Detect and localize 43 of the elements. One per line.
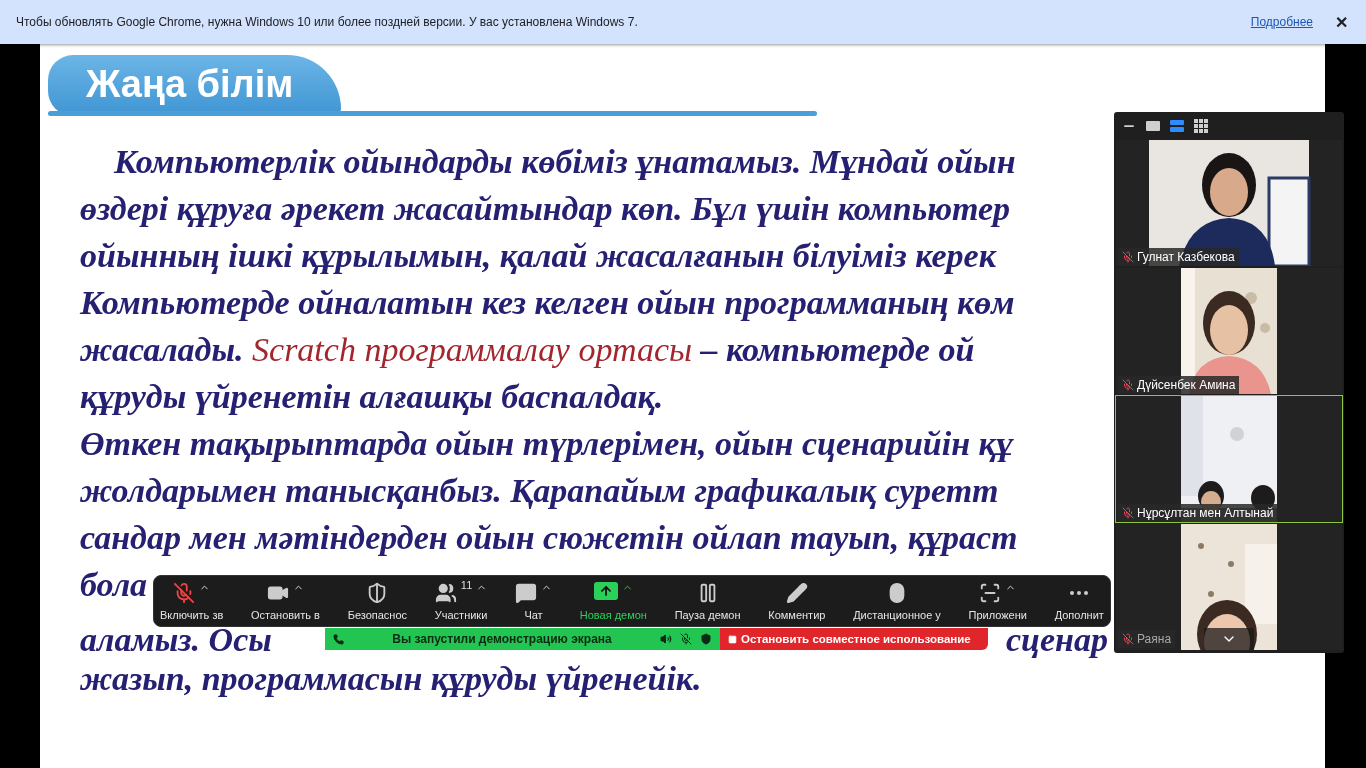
pencil-icon xyxy=(785,581,808,604)
toolbar-button[interactable]: 11 Участники xyxy=(432,576,490,626)
participant-name: Раяна xyxy=(1137,632,1172,646)
toolbar-button[interactable]: Чат xyxy=(513,576,555,626)
apps-icon xyxy=(979,581,1002,604)
view-mode-button[interactable] xyxy=(1170,120,1184,132)
paragraph-line: аламыз. Осы xyxy=(80,624,272,655)
participant-name: Дүйсенбек Амина xyxy=(1137,378,1236,392)
stop-icon xyxy=(728,634,737,644)
toolbar-button[interactable]: Комментир xyxy=(766,576,828,626)
chat-icon xyxy=(515,581,538,604)
participant-name: Гулнат Казбекова xyxy=(1137,250,1235,264)
speaker-icon xyxy=(660,633,672,645)
video-tile[interactable]: Раяна xyxy=(1116,524,1342,650)
video-tile[interactable]: Нұрсұлтан мен Алтынай xyxy=(1116,396,1342,522)
learn-more-link[interactable]: Подробнее xyxy=(1250,15,1313,29)
infobar-message: Чтобы обновлять Google Chrome, нужна Windows 10 или более поздней версии. У вас установлена Windows 7. xyxy=(16,15,639,29)
paragraph-line: бола xyxy=(80,569,148,600)
toolbar-button[interactable]: Остановить в xyxy=(249,576,322,626)
toolbar-button[interactable]: Приложени xyxy=(966,576,1029,626)
shield-icon xyxy=(700,633,712,645)
toolbar-button[interactable]: Дистанционное у xyxy=(851,576,943,626)
participants-icon xyxy=(434,581,457,604)
participant-name: Нұрсұлтан мен Алтынай xyxy=(1137,506,1274,520)
phone-icon xyxy=(333,633,344,645)
participant-count: 11 xyxy=(460,578,473,591)
video-tile[interactable]: Дүйсенбек Амина xyxy=(1116,268,1342,394)
sharing-status-text: Вы запустили демонстрацию экрана xyxy=(391,632,613,646)
toolbar-button[interactable]: Пауза демон xyxy=(672,576,743,626)
close-button[interactable]: ✕ xyxy=(1333,12,1350,32)
view-mode-button[interactable] xyxy=(1194,119,1208,133)
muted-microphone-icon xyxy=(680,633,692,645)
thumbnail-view-icon xyxy=(1146,121,1160,131)
toolbar-button[interactable]: Безопаснос xyxy=(345,576,410,626)
scroll-down-button[interactable] xyxy=(1204,628,1254,650)
video-tile[interactable]: Гулнат Казбекова xyxy=(1116,140,1342,266)
toolbar-button[interactable]: Дополнит xyxy=(1052,576,1106,626)
more-icon xyxy=(1070,590,1089,595)
gallery-view-icon xyxy=(1194,119,1208,133)
stop-sharing-button[interactable]: Остановить совместное использование xyxy=(720,628,988,650)
toolbar-button[interactable]: Включить зв xyxy=(158,576,226,626)
toolbar-button[interactable]: Новая демон xyxy=(577,576,649,626)
speaker-view-icon xyxy=(1170,120,1184,132)
